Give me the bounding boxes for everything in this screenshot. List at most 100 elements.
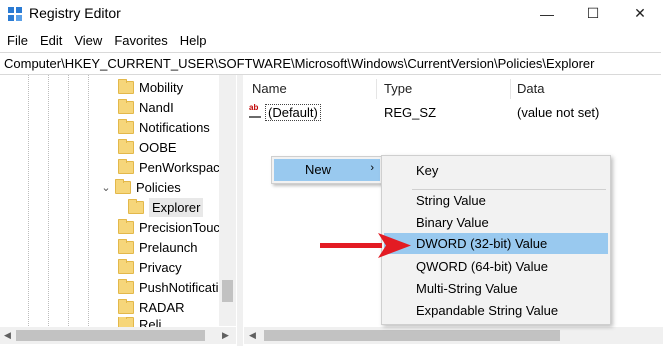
tree-item-label: RADAR — [139, 299, 185, 315]
submenu-item-label: Binary Value — [416, 215, 489, 230]
registry-editor-icon — [8, 7, 22, 21]
submenu-item-label: Expandable String Value — [416, 303, 559, 318]
value-data-cell: (value not set) — [517, 105, 600, 120]
menu-item-new-label: New — [305, 162, 332, 177]
tree-item-prelaunch[interactable]: Prelaunch — [118, 237, 198, 257]
key-tree-pane: Mobility NandI Notifications OOBE PenWor… — [0, 75, 238, 346]
tree-item-pushnotification[interactable]: PushNotification — [118, 277, 233, 297]
tree-horizontal-scroll-thumb[interactable] — [16, 330, 205, 341]
maximize-button[interactable]: ☐ — [570, 0, 616, 27]
folder-icon — [115, 178, 131, 194]
submenu-item-label: QWORD (64-bit) Value — [416, 259, 548, 274]
tree-horizontal-scrollbar[interactable]: ◀ ▶ — [0, 327, 236, 344]
tree-item-label: PrecisionTouch — [139, 219, 228, 235]
tree-guide-line — [28, 75, 29, 326]
chevron-down-icon[interactable]: ⌄ — [100, 181, 112, 194]
tree-item-label: OOBE — [139, 139, 177, 155]
tree-vertical-scroll-thumb[interactable] — [222, 280, 233, 302]
submenu-item-expandable-string-value[interactable]: Expandable String Value — [384, 300, 608, 321]
submenu-item-label: String Value — [416, 193, 486, 208]
chevron-right-icon: › — [370, 162, 374, 174]
tree-item-precisiontouch[interactable]: PrecisionTouch — [118, 217, 227, 237]
folder-icon — [118, 98, 134, 114]
folder-icon — [118, 158, 134, 174]
title-bar: Registry Editor — ☐ ✕ — [0, 0, 663, 27]
context-menu: New › — [271, 156, 383, 184]
menu-help[interactable]: Help — [175, 33, 212, 48]
menu-favorites[interactable]: Favorites — [109, 33, 172, 48]
tree-guide-line — [48, 75, 49, 326]
close-icon: ✕ — [634, 5, 646, 21]
submenu-item-dword-value[interactable]: DWORD (32-bit) Value — [384, 233, 608, 254]
window-title: Registry Editor — [29, 5, 121, 21]
folder-icon — [118, 118, 134, 134]
table-row[interactable]: ab (Default) REG_SZ (value not set) — [244, 102, 663, 122]
value-type-cell: REG_SZ — [384, 105, 437, 120]
pane-splitter[interactable] — [237, 75, 243, 346]
submenu-item-key[interactable]: Key — [384, 160, 608, 181]
tree-guide-line — [68, 75, 69, 326]
maximize-icon: ☐ — [586, 5, 600, 21]
tree-item-label: Mobility — [139, 79, 184, 95]
address-bar[interactable]: Computer\HKEY_CURRENT_USER\SOFTWARE\Micr… — [0, 52, 661, 75]
tree-item-mobility[interactable]: Mobility — [118, 77, 183, 97]
tree-item-label: PenWorkspace — [139, 159, 227, 175]
folder-icon — [118, 278, 134, 294]
scroll-left-icon[interactable]: ◀ — [4, 330, 11, 341]
tree-item-radar[interactable]: RADAR — [118, 297, 185, 317]
folder-icon — [118, 317, 134, 327]
submenu-item-string-value[interactable]: String Value — [384, 190, 608, 211]
tree-item-label-selected: Explorer — [149, 197, 204, 217]
submenu-item-qword-value[interactable]: QWORD (64-bit) Value — [384, 256, 608, 277]
close-button[interactable]: ✕ — [617, 0, 663, 27]
column-separator[interactable] — [510, 79, 511, 99]
tree-item-label: Notifications — [139, 119, 210, 135]
address-path: Computer\HKEY_CURRENT_USER\SOFTWARE\Micr… — [4, 56, 595, 71]
submenu-item-multi-string-value[interactable]: Multi-String Value — [384, 278, 608, 299]
scroll-right-icon[interactable]: ▶ — [222, 330, 229, 341]
tree-item-explorer[interactable]: Explorer — [128, 197, 204, 217]
submenu-item-label: Multi-String Value — [416, 281, 518, 296]
column-header-name[interactable]: Name — [252, 81, 287, 96]
tree-item-penworkspace[interactable]: PenWorkspace — [118, 157, 227, 177]
value-name-cell: (Default) — [265, 104, 321, 121]
folder-icon — [128, 198, 144, 214]
tree-item-label: NandI — [139, 99, 174, 115]
list-horizontal-scrollbar[interactable]: ◀ — [244, 327, 663, 344]
tree-item-oobe[interactable]: OOBE — [118, 137, 177, 157]
column-header-data[interactable]: Data — [517, 81, 544, 96]
column-header-type[interactable]: Type — [384, 81, 412, 96]
menu-bar: File Edit View Favorites Help — [0, 29, 663, 51]
folder-icon — [118, 258, 134, 274]
scroll-left-icon[interactable]: ◀ — [249, 330, 256, 341]
submenu-item-binary-value[interactable]: Binary Value — [384, 212, 608, 233]
menu-view[interactable]: View — [69, 33, 107, 48]
tree-item-label: Prelaunch — [139, 239, 198, 255]
minimize-icon: — — [540, 5, 554, 22]
tree-item-notifications[interactable]: Notifications — [118, 117, 210, 137]
menu-file[interactable]: File — [2, 33, 33, 48]
tree-item-policies[interactable]: ⌄ Policies — [100, 177, 181, 197]
new-submenu: Key String Value Binary Value DWORD (32-… — [381, 155, 611, 325]
annotation-arrow-icon — [320, 233, 411, 258]
folder-icon — [118, 238, 134, 254]
tree-item-label: Policies — [136, 179, 181, 195]
menu-item-new[interactable]: New › — [274, 159, 380, 181]
folder-icon — [118, 78, 134, 94]
column-separator[interactable] — [376, 79, 377, 99]
tree-vertical-scrollbar[interactable] — [219, 75, 236, 326]
tree-item-nandi[interactable]: NandI — [118, 97, 174, 117]
string-value-icon: ab — [249, 104, 265, 119]
menu-edit[interactable]: Edit — [35, 33, 67, 48]
submenu-item-label: Key — [416, 163, 439, 178]
folder-icon — [118, 298, 134, 314]
minimize-button[interactable]: — — [524, 0, 570, 27]
tree-item-label: Privacy — [139, 259, 182, 275]
list-horizontal-scroll-thumb[interactable] — [264, 330, 560, 341]
tree-item-partial[interactable]: Reli... — [118, 317, 172, 327]
folder-icon — [118, 218, 134, 234]
tree-item-privacy[interactable]: Privacy — [118, 257, 182, 277]
tree-guide-line — [88, 75, 89, 326]
folder-icon — [118, 138, 134, 154]
tree-item-label: Reli... — [139, 317, 173, 327]
